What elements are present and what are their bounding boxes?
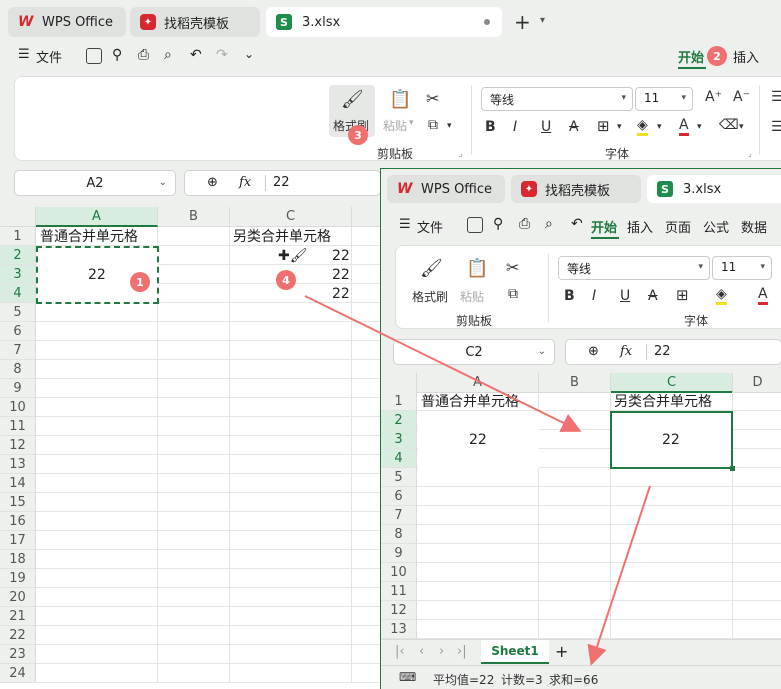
arrow-to-c2 <box>304 295 582 432</box>
annotation-arrows <box>304 295 651 666</box>
arrow-to-status <box>587 485 651 666</box>
